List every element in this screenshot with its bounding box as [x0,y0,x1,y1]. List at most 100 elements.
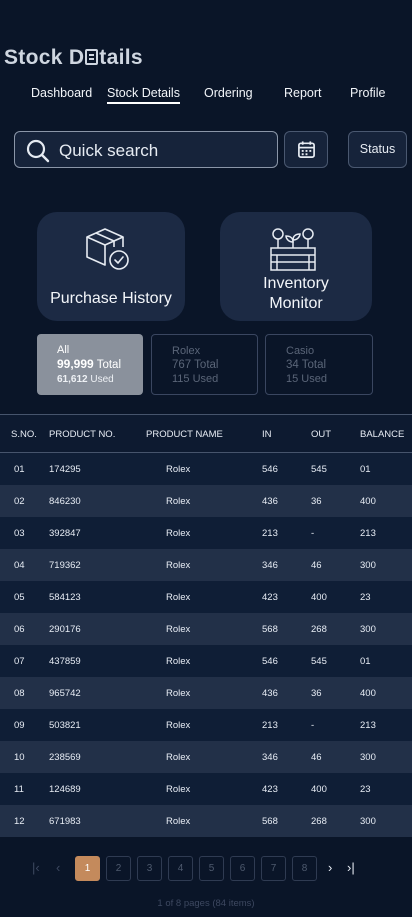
table-body: 01 174295 Rolex 546 545 01 02 846230 Rolex 436 36 4… [0,453,412,837]
cell-balance: 300 [360,560,376,571]
page-button[interactable]: 4 [168,856,193,881]
page-button[interactable]: 3 [137,856,162,881]
cell-sno: 09 [14,720,25,731]
purchase-history-card[interactable]: Purchase History [37,212,185,321]
col-sno[interactable]: S.NO. [11,429,37,440]
date-filter-button[interactable] [284,131,328,168]
nav-report[interactable]: Report [284,86,322,100]
cell-balance: 400 [360,688,376,699]
cell-balance: 23 [360,592,371,603]
table-row[interactable]: 04 719362 Rolex 346 46 300 [0,549,412,581]
cell-out: 268 [311,816,327,827]
cell-balance: 213 [360,720,376,731]
nav-ordering[interactable]: Ordering [204,86,253,100]
col-product-no[interactable]: PRODUCT NO. [49,429,115,440]
cell-product-no: 584123 [49,592,81,603]
calendar-icon [298,141,315,158]
cell-product-no: 846230 [49,496,81,507]
filter-rolex[interactable]: Rolex 767 Total 115 Used [151,334,258,395]
cell-in: 436 [262,496,278,507]
search-placeholder: Quick search [59,141,159,160]
table-row[interactable]: 08 965742 Rolex 436 36 400 [0,677,412,709]
cell-out: 400 [311,784,327,795]
filter-casio[interactable]: Casio 34 Total 15 Used [265,334,373,395]
page-button[interactable]: 1 [75,856,100,881]
col-out[interactable]: OUT [311,429,331,440]
cell-product-no: 719362 [49,560,81,571]
table-row[interactable]: 10 238569 Rolex 346 46 300 [0,741,412,773]
filter-all-used: 61,612 Used [57,374,114,385]
table-row[interactable]: 07 437859 Rolex 546 545 01 [0,645,412,677]
cell-out: 46 [311,752,322,763]
page-button[interactable]: 5 [199,856,224,881]
cell-product-name: Rolex [166,816,191,827]
nav-dashboard[interactable]: Dashboard [31,86,92,100]
cell-product-name: Rolex [166,752,191,763]
nav-profile[interactable]: Profile [350,86,385,100]
cell-out: 36 [311,496,322,507]
page-button[interactable]: 8 [292,856,317,881]
filter-rolex-total: 767 Total [172,359,219,371]
table-row[interactable]: 06 290176 Rolex 568 268 300 [0,613,412,645]
cell-product-name: Rolex [166,688,191,699]
search-input[interactable]: Quick search [14,131,278,168]
cell-in: 346 [262,752,278,763]
box-check-icon [86,228,129,270]
cell-out: - [311,528,315,539]
page-button[interactable]: 7 [261,856,286,881]
table-row[interactable]: 01 174295 Rolex 546 545 01 [0,453,412,485]
col-balance[interactable]: BALANCE [360,429,404,440]
table-row[interactable]: 09 503821 Rolex 213 - 213 [0,709,412,741]
col-in[interactable]: IN [262,429,272,440]
inventory-label-line1: Inventory [263,275,329,292]
table-row[interactable]: 02 846230 Rolex 436 36 400 [0,485,412,517]
filter-casio-name: Casio [286,345,315,357]
cell-product-name: Rolex [166,720,191,731]
cell-in: 346 [262,560,278,571]
col-product-name[interactable]: PRODUCT NAME [146,429,223,440]
cell-product-name: Rolex [166,592,191,603]
pagination-info: 1 of 8 pages (84 items) [157,898,255,909]
table-row[interactable]: 05 584123 Rolex 423 400 23 [0,581,412,613]
prev-page-button[interactable]: ‹ [56,861,60,875]
cell-in: 423 [262,784,278,795]
cell-sno: 10 [14,752,25,763]
first-page-button[interactable]: |‹ [32,861,40,875]
status-button[interactable]: Status [348,131,407,168]
page-title: Stock D tails [4,46,143,70]
next-page-button[interactable]: › [328,861,332,875]
cell-in: 436 [262,688,278,699]
table-row[interactable]: 12 671983 Rolex 568 268 300 [0,805,412,837]
cell-in: 546 [262,464,278,475]
cell-out: 545 [311,464,327,475]
cell-sno: 01 [14,464,25,475]
cell-product-name: Rolex [166,656,191,667]
page-button[interactable]: 2 [106,856,131,881]
table-row[interactable]: 11 124689 Rolex 423 400 23 [0,773,412,805]
cell-balance: 213 [360,528,376,539]
cell-product-no: 392847 [49,528,81,539]
filter-casio-total: 34 Total [286,359,327,371]
cell-product-name: Rolex [166,496,191,507]
cell-sno: 02 [14,496,25,507]
table-row[interactable]: 03 392847 Rolex 213 - 213 [0,517,412,549]
filter-all[interactable]: All 99,999 Total 61,612 Used [37,334,143,395]
inventory-monitor-card[interactable]: Inventory Monitor [220,212,372,321]
filter-all-name: All [57,344,70,356]
cell-balance: 300 [360,624,376,635]
cell-in: 213 [262,720,278,731]
last-page-button[interactable]: ›| [347,861,355,875]
nav-stock-details[interactable]: Stock Details [107,86,180,104]
cell-out: 400 [311,592,327,603]
cell-product-no: 965742 [49,688,81,699]
cell-in: 568 [262,624,278,635]
cell-sno: 08 [14,688,25,699]
cell-sno: 03 [14,528,25,539]
cell-out: 545 [311,656,327,667]
table-header: S.NO. PRODUCT NO. PRODUCT NAME IN OUT BA… [0,414,412,453]
page-button[interactable]: 6 [230,856,255,881]
cell-product-no: 174295 [49,464,81,475]
stock-table: S.NO. PRODUCT NO. PRODUCT NAME IN OUT BA… [0,414,412,837]
filter-rolex-name: Rolex [172,345,201,357]
filter-rolex-used: 115 Used [172,373,219,385]
